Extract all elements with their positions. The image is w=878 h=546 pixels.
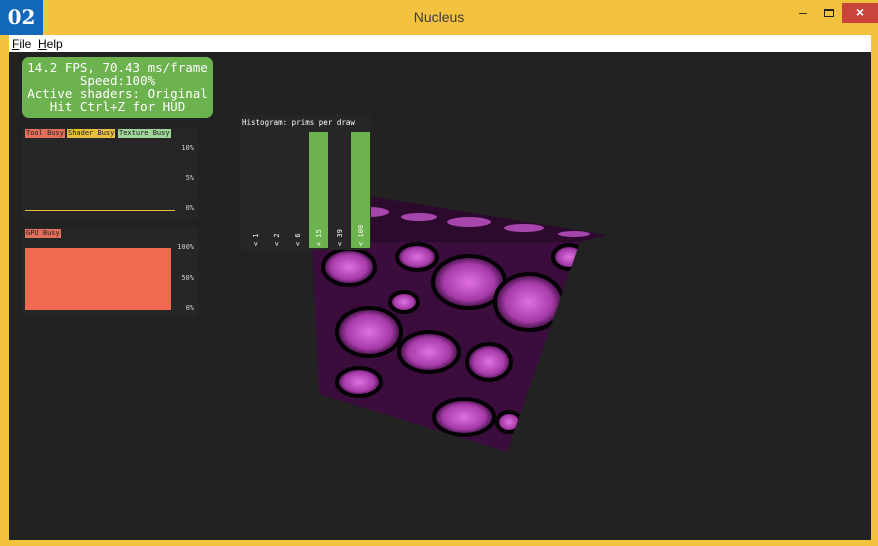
minimize-icon: – [799, 4, 807, 20]
menu-file-label: ile [19, 37, 32, 51]
menu-help-mnemonic: H [38, 37, 47, 51]
histogram-category-label: < 2 [273, 233, 281, 246]
maximize-icon [824, 9, 834, 17]
histogram-category-label: < 6 [294, 233, 302, 246]
close-icon: × [855, 4, 865, 20]
hud-hint: Hit Ctrl+Z for HUD [49, 99, 186, 114]
legend-gpu-busy: GPU Busy [25, 229, 61, 238]
menu-bar: File Help [9, 35, 871, 52]
hud-overlay: 14.2 FPS, 70.43 ms/frame Speed:100% Acti… [22, 57, 213, 118]
menu-help[interactable]: Help [38, 37, 63, 51]
busy-ytick-top: 10% [181, 144, 194, 152]
minimize-button[interactable]: – [790, 3, 816, 23]
title-bar[interactable]: Nucleus – × [0, 0, 878, 35]
legend-texture-busy: Texture Busy [118, 129, 171, 138]
cube-front-face [312, 242, 580, 452]
menu-file[interactable]: File [12, 37, 31, 51]
histogram-category-label: < 100 [357, 224, 365, 246]
shader-busy-line [25, 210, 175, 211]
busy-graph-panel: Tool Busy Shader Busy Texture Busy 10% 5… [22, 127, 198, 219]
gpu-busy-fill [25, 248, 171, 310]
menu-help-label: elp [46, 37, 63, 51]
legend-tool-busy: Tool Busy [25, 129, 65, 138]
histogram-category-label: < 1 [252, 233, 260, 246]
busy-ytick-mid: 5% [185, 174, 194, 182]
histogram-panel: Histogram: prims per draw 1 0 0 < 1< 2< … [239, 114, 371, 250]
maximize-button[interactable] [818, 3, 840, 23]
histogram-title: Histogram: prims per draw [242, 118, 355, 127]
figure-number-badge: 02 [0, 0, 43, 35]
histogram-category-label: < 39 [336, 229, 344, 246]
close-button[interactable]: × [842, 3, 878, 23]
histogram-category-label: < 15 [315, 229, 323, 246]
render-viewport[interactable]: 14.2 FPS, 70.43 ms/frame Speed:100% Acti… [9, 52, 871, 540]
window-title: Nucleus [413, 9, 465, 25]
gpu-graph-panel: GPU Busy 100% 50% 0% [22, 227, 198, 317]
legend-shader-busy: Shader Busy [67, 129, 116, 138]
